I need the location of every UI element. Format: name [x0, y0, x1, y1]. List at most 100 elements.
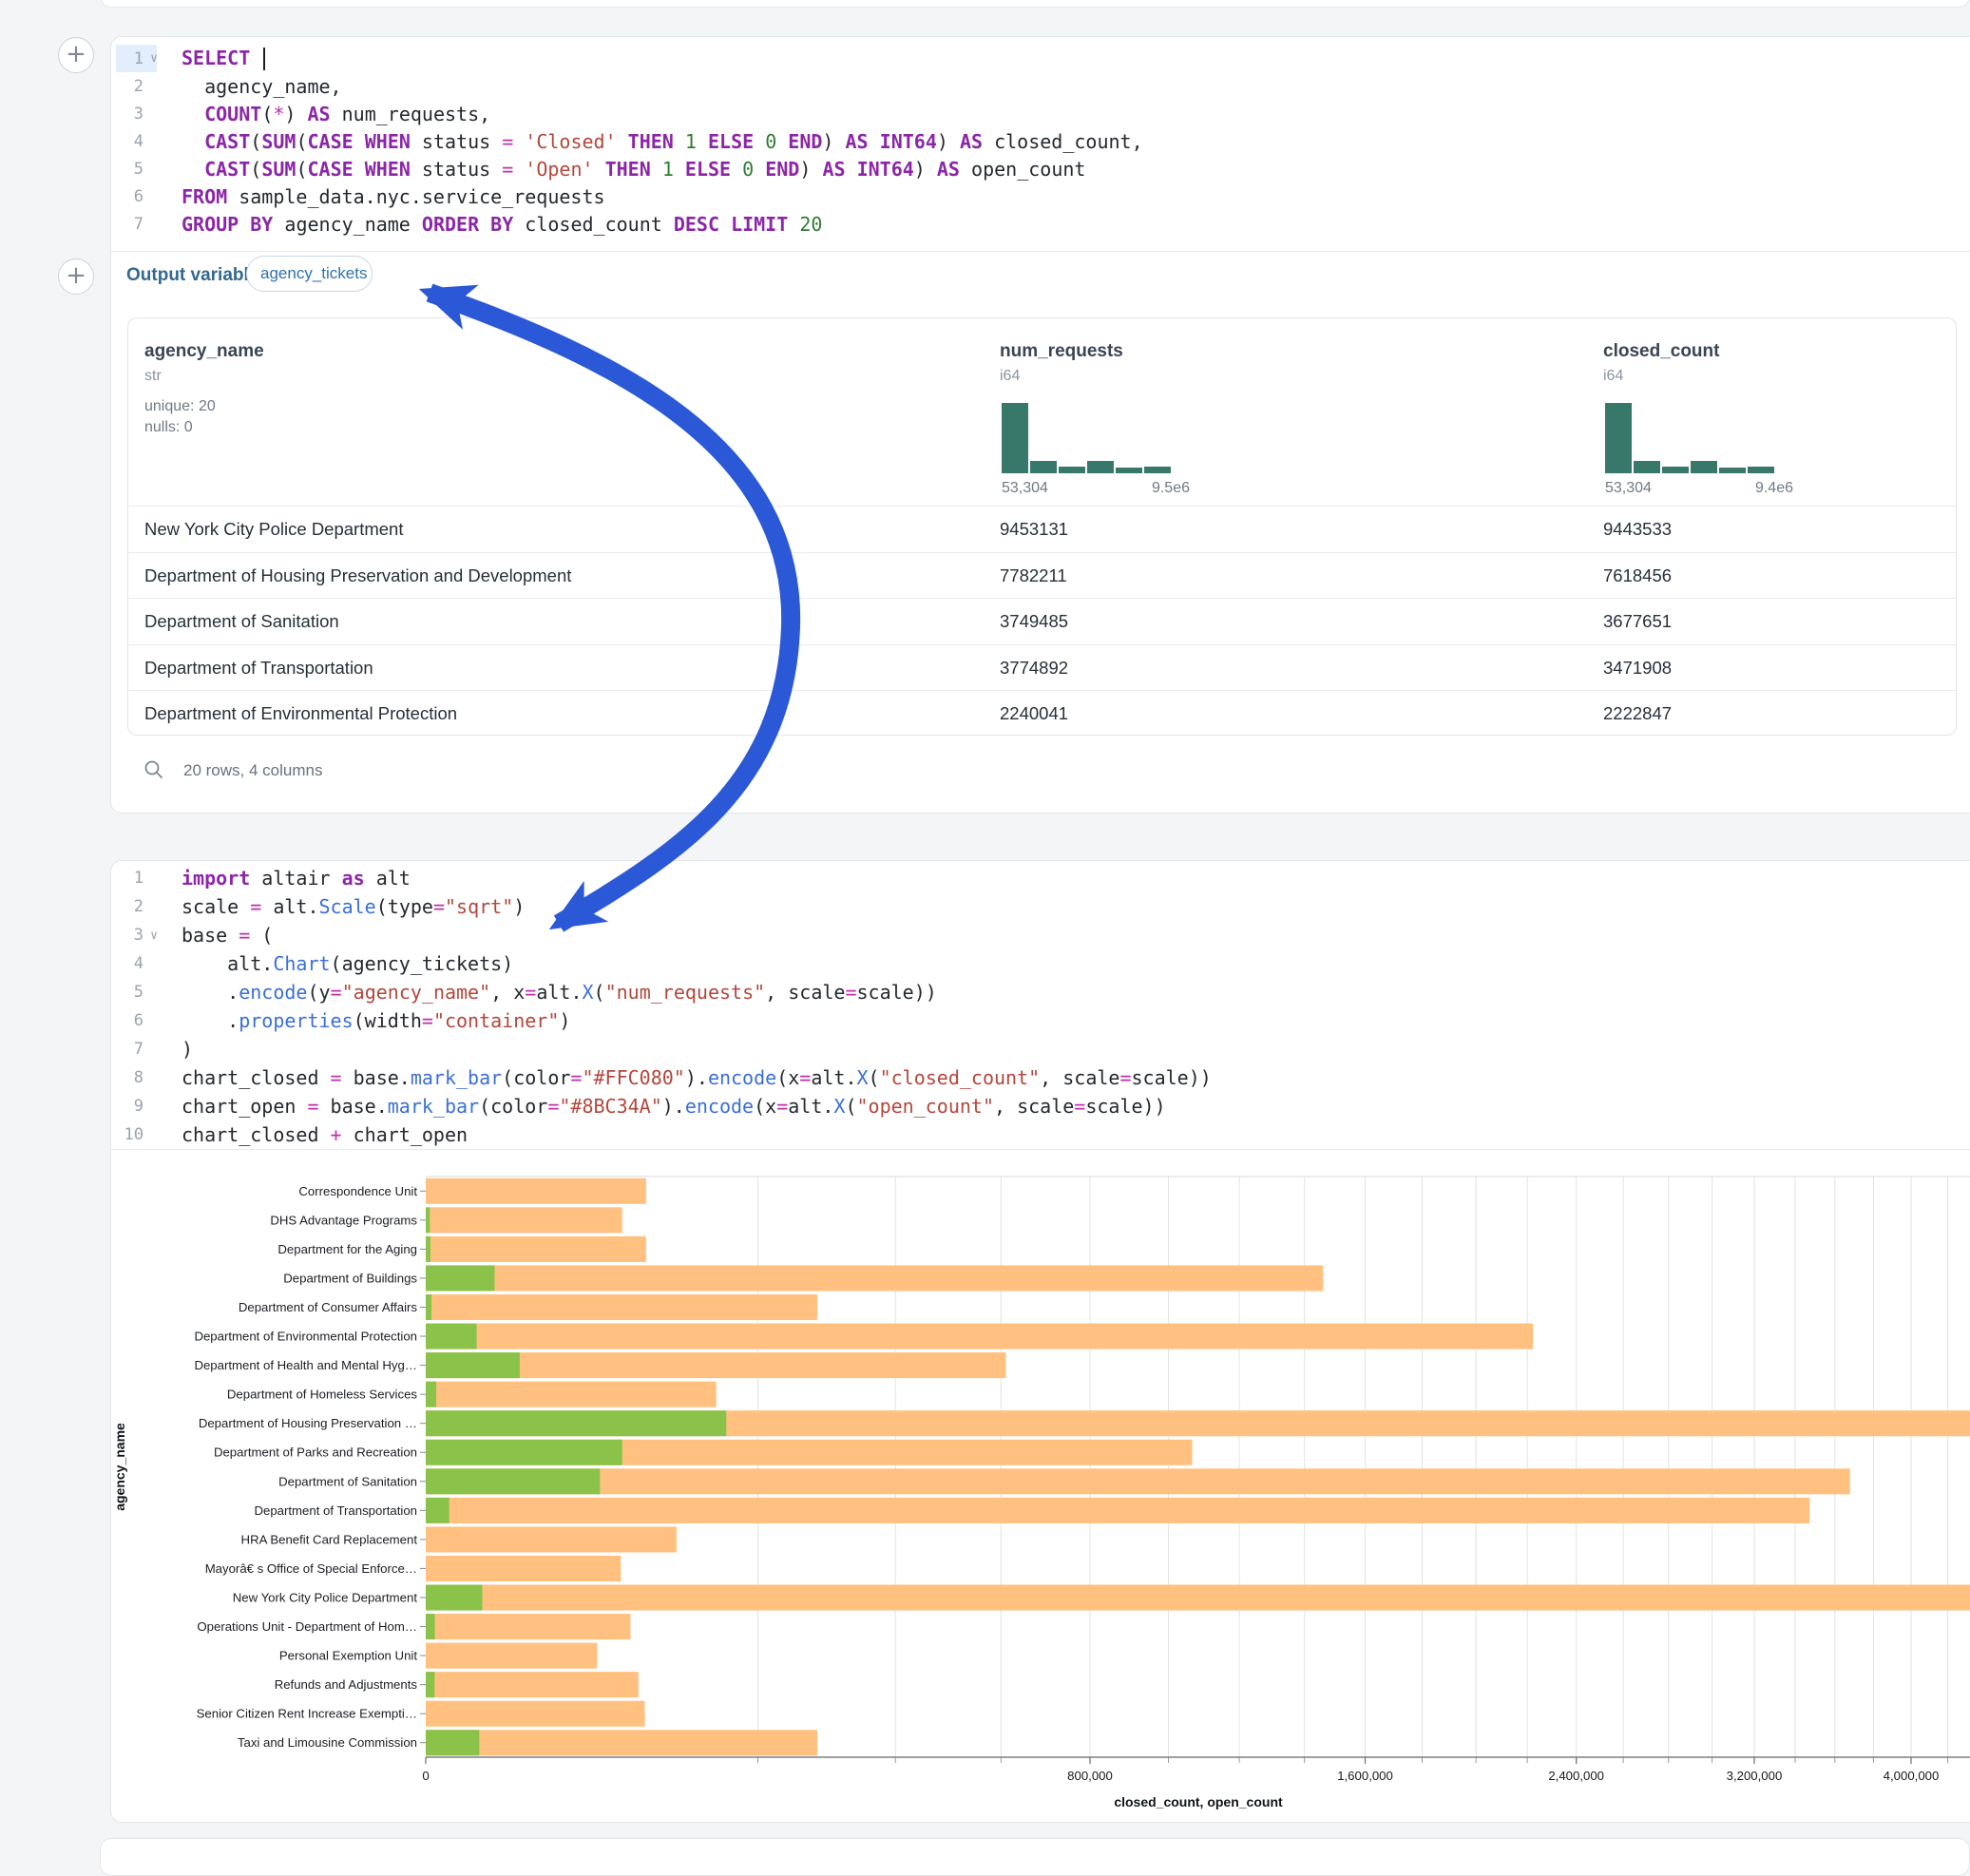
bar-closed-count[interactable] [426, 1556, 621, 1581]
python-line[interactable]: 1import altair as alt [111, 864, 1970, 892]
add-cell-button-output[interactable]: + [58, 258, 94, 295]
line-number: 5 [111, 160, 143, 179]
python-line[interactable]: 4 alt.Chart(agency_tickets) [111, 949, 1970, 978]
histogram-min-label: 53,304 [1002, 480, 1048, 497]
x-axis-tick-label: 0 [422, 1769, 429, 1783]
python-line[interactable]: 2scale = alt.Scale(type="sqrt") [111, 892, 1970, 921]
y-axis-label: Department of Health and Mental Hyg… [194, 1358, 417, 1372]
line-number: 6 [111, 1011, 143, 1030]
line-number: 5 [111, 983, 143, 1002]
previous-cell-card-edge [100, 0, 1970, 8]
sql-line[interactable]: 4 CAST(SUM(CASE WHEN status = 'Closed' T… [111, 127, 1970, 155]
bar-open-count[interactable] [426, 1585, 483, 1611]
bar-closed-count[interactable] [426, 1643, 597, 1669]
bar-closed-count[interactable] [426, 1672, 639, 1697]
bar-open-count[interactable] [426, 1440, 622, 1465]
bar-closed-count[interactable] [426, 1730, 817, 1755]
python-line[interactable]: 8chart_closed = base.mark_bar(color="#FF… [111, 1063, 1970, 1092]
column-stat: nulls: 0 [144, 419, 193, 436]
search-icon[interactable] [143, 759, 164, 780]
output-variable-pill[interactable]: agency_tickets [246, 256, 373, 292]
fold-chevron-icon[interactable]: ∨ [143, 928, 164, 943]
python-line[interactable]: 9chart_open = base.mark_bar(color="#8BC3… [111, 1092, 1970, 1120]
sql-line[interactable]: 2 agency_name, [111, 72, 1970, 100]
table-cell: 3774892 [1000, 658, 1068, 679]
bar-open-count[interactable] [426, 1207, 430, 1233]
x-axis-tick-label: 4,000,000 [1884, 1769, 1940, 1783]
line-number: 7 [111, 215, 143, 234]
row-divider [128, 644, 1956, 645]
python-line[interactable]: 5 .encode(y="agency_name", x=alt.X("num_… [111, 978, 1970, 1006]
bar-open-count[interactable] [426, 1352, 520, 1378]
bar-open-count[interactable] [426, 1382, 436, 1407]
table-cell: Department of Housing Preservation and D… [144, 565, 571, 586]
bar-open-count[interactable] [426, 1294, 431, 1320]
bar-closed-count[interactable] [426, 1178, 646, 1204]
python-line[interactable]: 7) [111, 1035, 1970, 1063]
column-header-agency_name[interactable]: agency_name [144, 341, 264, 362]
bar-closed-count[interactable] [426, 1526, 677, 1552]
bar-closed-count[interactable] [426, 1294, 817, 1320]
fold-chevron-icon[interactable]: ∨ [143, 51, 164, 66]
line-number: 6 [111, 187, 143, 206]
table-cell: 3471908 [1603, 658, 1672, 679]
bar-closed-count[interactable] [426, 1207, 622, 1233]
bar-open-count[interactable] [426, 1410, 726, 1436]
bar-closed-count[interactable] [426, 1614, 630, 1639]
sql-line[interactable]: 3 COUNT(*) AS num_requests, [111, 100, 1970, 127]
line-number: 4 [111, 954, 143, 973]
bar-open-count[interactable] [426, 1614, 435, 1639]
code-text: base = ( [164, 924, 273, 947]
bar-open-count[interactable] [426, 1468, 600, 1494]
bar-closed-count[interactable] [426, 1382, 717, 1407]
bar-open-count[interactable] [426, 1730, 479, 1755]
row-divider [128, 552, 1956, 553]
x-axis-title: closed_count, open_count [1114, 1794, 1283, 1809]
sql-line[interactable]: 1∨SELECT [111, 45, 1970, 72]
column-header-num_requests[interactable]: num_requests [1000, 341, 1123, 362]
bar-closed-count[interactable] [426, 1236, 646, 1262]
y-axis-label: Mayorâ€ s Office of Special Enforce… [205, 1561, 417, 1576]
sql-line[interactable]: 5 CAST(SUM(CASE WHEN status = 'Open' THE… [111, 155, 1970, 182]
table-cell: Department of Sanitation [144, 611, 339, 632]
code-text: agency_name, [164, 75, 342, 98]
bar-open-count[interactable] [426, 1672, 434, 1697]
next-cell-card-edge [100, 1838, 1970, 1876]
line-number: 1 [111, 49, 143, 68]
python-line[interactable]: 6 .properties(width="container") [111, 1006, 1970, 1035]
column-histogram [1002, 397, 1192, 473]
table-cell: 7782211 [1000, 565, 1067, 586]
row-divider [128, 506, 1956, 507]
bar-closed-count[interactable] [426, 1468, 1850, 1494]
bar-closed-count[interactable] [426, 1498, 1809, 1523]
code-text: FROM sample_data.nyc.service_requests [164, 185, 605, 208]
bar-closed-count[interactable] [426, 1585, 1970, 1611]
y-axis-label: DHS Advantage Programs [270, 1213, 417, 1227]
bar-closed-count[interactable] [426, 1324, 1533, 1350]
bar-closed-count[interactable] [426, 1701, 645, 1727]
histogram-max-label: 9.5e6 [1123, 480, 1190, 497]
sql-line[interactable]: 7GROUP BY agency_name ORDER BY closed_co… [111, 210, 1970, 238]
table-cell: Department of Environmental Protection [144, 703, 457, 724]
column-header-closed_count[interactable]: closed_count [1603, 341, 1719, 362]
x-axis-tick-label: 1,600,000 [1337, 1769, 1393, 1783]
add-cell-button-top[interactable]: + [58, 37, 94, 73]
bar-open-count[interactable] [426, 1236, 430, 1262]
bar-open-count[interactable] [426, 1265, 494, 1291]
bar-closed-count[interactable] [426, 1265, 1323, 1291]
table-cell: Department of Transportation [144, 658, 373, 679]
python-line[interactable]: 3∨base = ( [111, 921, 1970, 949]
row-divider [128, 690, 1956, 691]
python-line[interactable]: 10chart_closed + chart_open [111, 1120, 1970, 1149]
y-axis-label: Taxi and Limousine Commission [238, 1735, 417, 1750]
results-table: agency_namestrunique: 20nulls: 0num_requ… [127, 317, 1957, 736]
code-text: chart_closed = base.mark_bar(color="#FFC… [164, 1066, 1212, 1089]
text-caret [263, 48, 265, 70]
y-axis-label: Department of Parks and Recreation [214, 1445, 417, 1460]
table-cell: New York City Police Department [144, 519, 403, 540]
row-divider [128, 598, 1956, 599]
y-axis-label: Correspondence Unit [298, 1184, 417, 1198]
bar-open-count[interactable] [426, 1324, 477, 1350]
bar-open-count[interactable] [426, 1498, 449, 1523]
sql-line[interactable]: 6 FROM sample_data.nyc.service_requests [111, 182, 1970, 210]
